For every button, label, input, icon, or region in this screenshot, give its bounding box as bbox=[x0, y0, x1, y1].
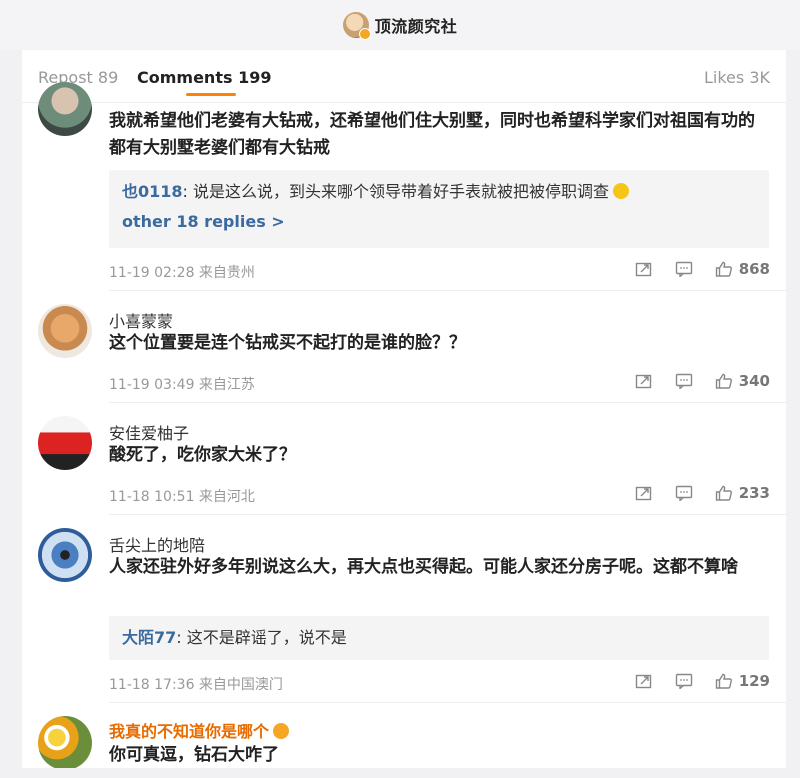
bottom-edge bbox=[0, 768, 800, 778]
divider bbox=[109, 290, 786, 291]
vip-crown-icon bbox=[273, 723, 290, 739]
like-count: 340 bbox=[738, 372, 770, 390]
avatar[interactable] bbox=[38, 304, 92, 358]
comment-text: 你可真逗，钻石大咋了 bbox=[109, 745, 279, 765]
account-title[interactable]: 顶流颜究社 bbox=[375, 13, 458, 37]
comment-text: 人家还驻外好多年别说这么大，再大点也买得起。可能人家还分房子呢。这都不算啥 bbox=[109, 557, 738, 577]
verified-badge-icon bbox=[358, 28, 371, 40]
comment-actions: 129 bbox=[613, 672, 770, 690]
comment-text: 酸死了，吃你家大米了？ bbox=[109, 445, 296, 465]
avatar[interactable] bbox=[38, 416, 92, 470]
divider bbox=[109, 702, 786, 703]
comment-username[interactable]: 舌尖上的地陪 bbox=[109, 532, 205, 556]
comment-meta: 11-19 03:49 来自江苏 bbox=[109, 377, 255, 393]
avatar[interactable] bbox=[38, 716, 92, 768]
comment-meta: 11-19 02:28 来自贵州 bbox=[109, 265, 255, 281]
comment-icon[interactable] bbox=[675, 261, 693, 277]
divider bbox=[109, 514, 786, 515]
tab-comments[interactable]: Comments 199 bbox=[137, 68, 271, 87]
thumbs-up-icon[interactable] bbox=[715, 485, 733, 501]
reply-text: 这不是辟谣了，说不是 bbox=[186, 628, 347, 647]
top-bar: 顶流颜究社 bbox=[0, 0, 800, 50]
account-avatar[interactable] bbox=[342, 12, 371, 40]
share-icon[interactable] bbox=[635, 373, 653, 389]
share-icon[interactable] bbox=[635, 261, 653, 277]
thumbs-up-icon[interactable] bbox=[715, 373, 733, 389]
tab-likes[interactable]: Likes 3K bbox=[704, 68, 770, 87]
comment-text: 这个位置要是连个钻戒买不起打的是谁的脸？？ bbox=[109, 333, 466, 353]
comment-actions: 233 bbox=[613, 484, 770, 502]
divider bbox=[109, 402, 786, 403]
reply-box[interactable]: 也0118: 说是这么说，到头来哪个领导带着好手表就被把被停职调查 other … bbox=[109, 170, 769, 248]
reply-username[interactable]: 也0118 bbox=[122, 182, 183, 201]
comment-actions: 340 bbox=[613, 372, 770, 390]
comment-meta: 11-18 10:51 来自河北 bbox=[109, 489, 255, 505]
share-icon[interactable] bbox=[635, 673, 653, 689]
comment-username[interactable]: 安佳爱柚子 bbox=[109, 420, 189, 444]
comment-username[interactable]: 小喜蒙蒙 bbox=[109, 308, 173, 332]
reply-username[interactable]: 大陌77 bbox=[122, 628, 176, 647]
like-count: 129 bbox=[738, 672, 770, 690]
share-icon[interactable] bbox=[635, 485, 653, 501]
comment-icon[interactable] bbox=[675, 485, 693, 501]
laughing-emoji-icon bbox=[613, 183, 630, 199]
reply-text: 说是这么说，到头来哪个领导带着好手表就被把被停职调查 bbox=[193, 182, 610, 201]
reply-box[interactable]: 大陌77: 这不是辟谣了，说不是 bbox=[109, 616, 769, 660]
comment-meta: 11-18 17:36 来自中国澳门 bbox=[109, 677, 283, 693]
tab-bar: Repost 89 Comments 199 Likes 3K bbox=[22, 50, 786, 103]
more-replies-link[interactable]: other 18 replies > bbox=[109, 205, 769, 245]
comments-panel: Repost 89 Comments 199 Likes 3K 我就希望他们老婆… bbox=[22, 50, 786, 768]
reply-line: 大陌77: 这不是辟谣了，说不是 bbox=[122, 628, 347, 647]
reply-line: 也0118: 说是这么说，到头来哪个领导带着好手表就被把被停职调查 bbox=[109, 170, 769, 205]
like-count: 868 bbox=[738, 260, 770, 278]
comment-text: 我就希望他们老婆有大钻戒，还希望他们住大别墅，同时也希望科学家们对祖国有功的都有… bbox=[109, 111, 755, 158]
comment-username[interactable]: 我真的不知道你是哪个 bbox=[109, 718, 290, 742]
comment-username-text: 我真的不知道你是哪个 bbox=[109, 722, 270, 741]
avatar[interactable] bbox=[38, 528, 92, 582]
tab-repost[interactable]: Repost 89 bbox=[38, 68, 118, 87]
comment-icon[interactable] bbox=[675, 373, 693, 389]
comment-icon[interactable] bbox=[675, 673, 693, 689]
comment-actions: 868 bbox=[613, 260, 770, 278]
avatar[interactable] bbox=[38, 82, 92, 136]
like-count: 233 bbox=[738, 484, 770, 502]
active-tab-indicator bbox=[186, 93, 236, 96]
thumbs-up-icon[interactable] bbox=[715, 261, 733, 277]
thumbs-up-icon[interactable] bbox=[715, 673, 733, 689]
